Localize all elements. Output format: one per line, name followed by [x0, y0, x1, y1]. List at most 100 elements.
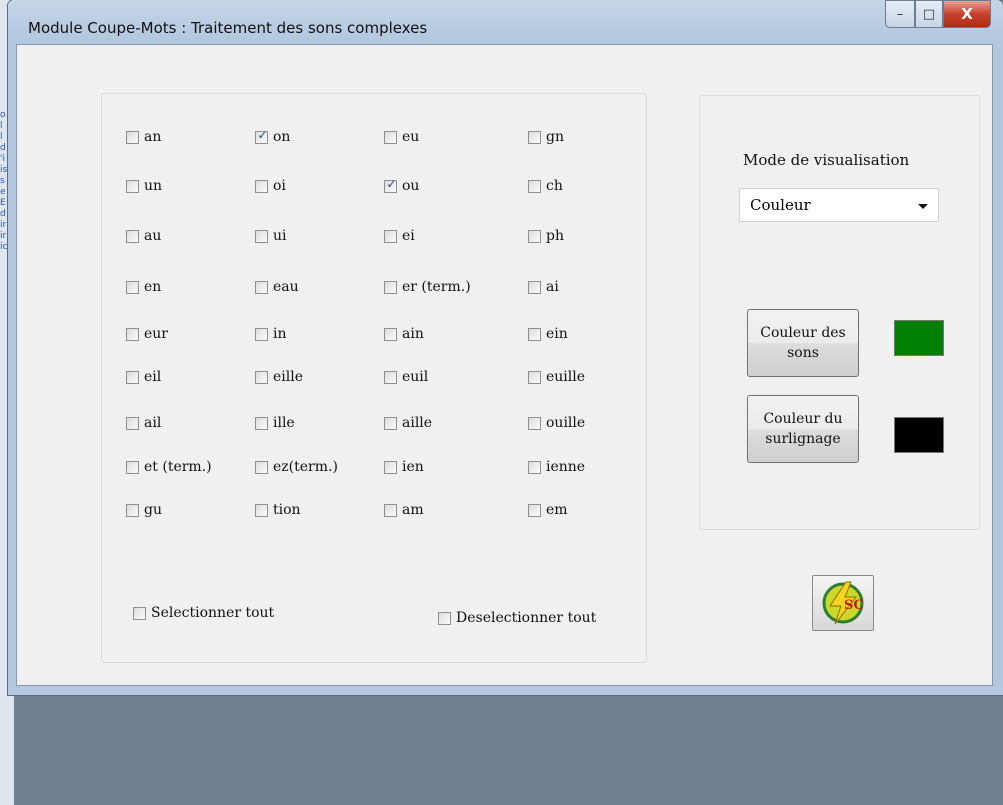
select-all-checkbox[interactable]: Selectionner tout [133, 605, 274, 621]
checkbox-box [528, 503, 541, 517]
checkbox-box [126, 179, 139, 193]
sound-checkbox-ouille[interactable]: ouille [528, 415, 585, 431]
maximize-button[interactable]: □ [915, 0, 943, 28]
sound-label: gu [144, 502, 162, 518]
checkbox-box [126, 229, 139, 243]
sound-checkbox-au[interactable]: au [126, 228, 161, 244]
deselect-all-checkbox[interactable]: Deselectionner tout [438, 610, 596, 626]
sound-checkbox-er-term[interactable]: er (term.) [384, 279, 471, 295]
sound-checkbox-ienne[interactable]: ienne [528, 459, 585, 475]
checkbox-box [384, 503, 397, 517]
sound-checkbox-en[interactable]: en [126, 279, 161, 295]
sound-checkbox-euil[interactable]: euil [384, 369, 428, 385]
sound-label: au [144, 228, 162, 244]
sound-checkbox-ez-term[interactable]: ez(term.) [255, 459, 338, 475]
display-mode-value: Couleur [750, 196, 811, 214]
sound-label: oi [273, 178, 286, 194]
checkbox-box [255, 179, 268, 193]
sound-label: eille [273, 369, 304, 385]
sound-checkbox-an[interactable]: an [126, 129, 161, 145]
sound-checkbox-ei[interactable]: ei [384, 228, 415, 244]
sound-checkbox-et-term[interactable]: et (term.) [126, 459, 212, 475]
display-mode-select[interactable]: Couleur [739, 188, 939, 222]
sound-label: tion [273, 502, 301, 518]
checkbox-box [255, 370, 268, 384]
sound-checkbox-oi[interactable]: oi [255, 178, 286, 194]
sound-label: em [546, 502, 568, 518]
apply-button[interactable]: SC [812, 575, 874, 631]
sound-checkbox-in[interactable]: in [255, 326, 287, 342]
highlight-color-button[interactable]: Couleur du surlignage [747, 395, 859, 463]
sound-checkbox-un[interactable]: un [126, 178, 162, 194]
sound-checkbox-ch[interactable]: ch [528, 178, 563, 194]
sound-checkbox-gn[interactable]: gn [528, 129, 564, 145]
sound-checkbox-on[interactable]: ✓ on [255, 128, 291, 145]
sound-color-button[interactable]: Couleur des sons [747, 309, 859, 377]
dialog-body: an ✓ on eu gn un oi ✓ ou ch au ui ei ph en eau er (term.… [16, 44, 993, 686]
sound-checkbox-ain[interactable]: ain [384, 326, 424, 342]
sound-label: et (term.) [144, 459, 212, 475]
checkbox-box [528, 370, 541, 384]
sound-checkbox-eil[interactable]: eil [126, 369, 161, 385]
sound-label: ail [144, 415, 162, 431]
sound-label: ille [273, 415, 295, 431]
checkbox-box [384, 280, 397, 294]
sound-label: on [273, 129, 291, 145]
sound-label: eu [402, 129, 420, 145]
sound-label: euille [546, 369, 586, 385]
checkbox-box [133, 606, 146, 620]
select-all-label: Selectionner tout [151, 605, 275, 621]
checkbox-box [126, 130, 139, 144]
checkbox-box [384, 416, 397, 430]
highlight-color-swatch[interactable] [894, 417, 944, 453]
sound-checkbox-am[interactable]: am [384, 502, 424, 518]
checkmark-icon: ✓ [386, 176, 397, 191]
sound-label: an [144, 129, 162, 145]
checkbox-box: ✓ [255, 128, 268, 144]
chevron-down-icon [918, 204, 928, 209]
sound-checkbox-aille[interactable]: aille [384, 415, 432, 431]
checkbox-box [126, 416, 139, 430]
checkbox-box [528, 229, 541, 243]
sound-checkbox-eu[interactable]: eu [384, 129, 419, 145]
checkbox-box [126, 370, 139, 384]
sound-checkbox-ille[interactable]: ille [255, 415, 295, 431]
sound-checkbox-ien[interactable]: ien [384, 459, 424, 475]
sound-checkbox-ein[interactable]: ein [528, 326, 568, 342]
checkbox-box [384, 229, 397, 243]
sound-label: ez(term.) [273, 459, 338, 475]
checkbox-box [126, 280, 139, 294]
sound-label: ch [546, 178, 563, 194]
window-title: Module Coupe-Mots : Traitement des sons … [28, 19, 428, 37]
checkbox-box [255, 503, 268, 517]
sound-checkbox-ai[interactable]: ai [528, 279, 559, 295]
sound-checkbox-ph[interactable]: ph [528, 228, 564, 244]
sound-checkbox-eau[interactable]: eau [255, 279, 299, 295]
checkbox-box [255, 280, 268, 294]
dialog-window: Module Coupe-Mots : Traitement des sons … [8, 0, 1003, 695]
sound-checkbox-ui[interactable]: ui [255, 228, 287, 244]
checkbox-box [528, 280, 541, 294]
sound-checkbox-tion[interactable]: tion [255, 502, 301, 518]
sound-label: ien [402, 459, 424, 475]
sound-checkbox-gu[interactable]: gu [126, 502, 162, 518]
checkbox-box [126, 503, 139, 517]
sound-color-swatch[interactable] [894, 320, 944, 356]
sound-checkbox-euille[interactable]: euille [528, 369, 585, 385]
sound-label: ui [273, 228, 287, 244]
sound-checkbox-ou[interactable]: ✓ ou [384, 176, 420, 194]
checkbox-box [528, 327, 541, 341]
sound-checkbox-eur[interactable]: eur [126, 326, 168, 342]
sound-label: ei [402, 228, 415, 244]
close-button[interactable]: X [943, 0, 991, 28]
sound-checkbox-ail[interactable]: ail [126, 415, 161, 431]
sound-checkbox-eille[interactable]: eille [255, 369, 303, 385]
sound-checkbox-em[interactable]: em [528, 502, 568, 518]
sound-label: ou [402, 178, 420, 194]
checkbox-box [255, 229, 268, 243]
checkbox-box [384, 460, 397, 474]
sound-label: ein [546, 326, 568, 342]
sound-color-label: Couleur des sons [760, 325, 846, 361]
sound-label: ai [546, 279, 559, 295]
minimize-button[interactable]: – [885, 0, 915, 28]
